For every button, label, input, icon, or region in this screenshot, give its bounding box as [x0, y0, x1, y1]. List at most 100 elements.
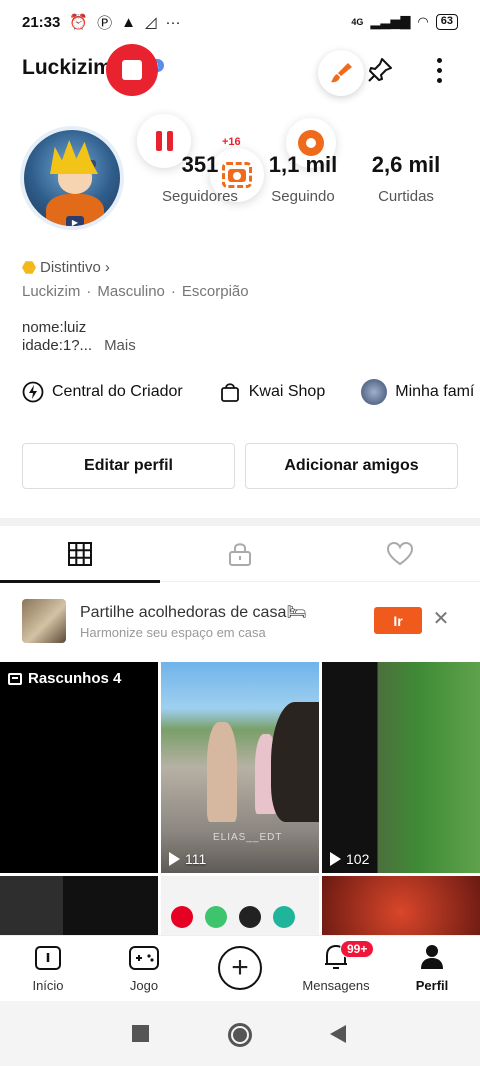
bio-line-1: nome:luiz	[22, 319, 87, 336]
nav-messages-label: Mensagens	[302, 978, 370, 993]
distintivo-link[interactable]: Distintivo ›	[22, 259, 110, 276]
no-signal-icon: ◿	[144, 14, 157, 31]
heart-icon	[386, 541, 414, 566]
video-play-count: 102	[346, 851, 370, 867]
status-time: 21:33	[22, 13, 61, 31]
following-label: Seguindo	[271, 188, 335, 205]
chevron-right-icon: ›	[104, 259, 110, 276]
create-plus-icon: +	[218, 946, 262, 990]
nav-messages[interactable]: 99+ Mensagens	[290, 936, 382, 1002]
stop-icon	[122, 60, 142, 80]
more-notifications-icon: ···	[165, 13, 181, 31]
bottom-navigation: Início Jogo + 99+ Mensagens Perfil	[0, 935, 480, 1001]
profile-sign: Escorpião	[181, 283, 249, 300]
tab-private[interactable]	[160, 526, 320, 582]
alarm-icon: ⏰	[69, 14, 89, 31]
followers-stat[interactable]: 351 Seguidores	[150, 152, 250, 205]
username: Luckizim	[22, 56, 112, 79]
creator-center-label: Central do Criador	[52, 383, 183, 400]
creator-center-shortcut[interactable]: Central do Criador	[22, 381, 183, 403]
wifi-icon: ◠	[417, 14, 429, 29]
profile-info-line: Luckizim · Masculino · Escorpião	[22, 283, 249, 300]
following-stat[interactable]: 1,1 mil Seguindo	[258, 152, 348, 205]
more-options-button[interactable]	[424, 52, 454, 88]
likes-label: Curtidas	[378, 188, 434, 205]
likes-stat[interactable]: 2,6 mil Curtidas	[356, 152, 456, 205]
nav-game-label: Jogo	[129, 978, 159, 993]
video-thumbnail[interactable]	[161, 876, 319, 935]
edit-profile-button[interactable]: Editar perfil	[22, 443, 235, 489]
badge-hexagon-icon	[22, 261, 36, 274]
video-thumbnail[interactable]: ELIAS__EDT 111	[161, 662, 319, 873]
drafts-box-icon	[8, 672, 22, 685]
promo-title: Partilhe acolhedoras de casa🛏	[80, 604, 307, 621]
active-tab-indicator	[0, 580, 160, 583]
screen-record-stop-button[interactable]	[106, 44, 158, 96]
promo-subtitle: Harmonize seu espaço em casa	[80, 625, 266, 640]
home-icon	[35, 946, 61, 970]
nav-profile[interactable]: Perfil	[387, 936, 477, 1002]
pin-button[interactable]	[362, 52, 398, 88]
system-navigation-bar	[0, 1001, 480, 1066]
profile-avatar[interactable]: ▶	[20, 126, 124, 230]
add-friends-button[interactable]: Adicionar amigos	[245, 443, 458, 489]
following-count: 1,1 mil	[268, 152, 338, 177]
tab-liked[interactable]	[320, 526, 480, 582]
back-button[interactable]	[330, 1023, 352, 1045]
status-bar: 21:33 ⏰ Ⓟ ▲ ◿ ··· 4G ▂▃▅▇ ◠ 63	[0, 0, 480, 44]
nav-game[interactable]: Jogo	[99, 936, 189, 1002]
content-tabs	[0, 526, 480, 583]
lock-icon	[229, 543, 251, 566]
video-play-count: 111	[185, 851, 207, 867]
promo-banner[interactable]: Partilhe acolhedoras de casa🛏 Harmonize …	[0, 596, 480, 646]
promo-go-button[interactable]: Ir	[374, 607, 422, 634]
recent-apps-button[interactable]	[130, 1023, 152, 1045]
battery-icon: 63	[435, 14, 458, 30]
tab-posts[interactable]	[0, 526, 160, 583]
kwai-shop-shortcut[interactable]: Kwai Shop	[219, 381, 326, 403]
followers-count: 351	[181, 152, 219, 177]
bio-more-link[interactable]: Mais	[104, 337, 136, 354]
new-followers-badge: +16	[222, 136, 241, 148]
brush-icon	[331, 63, 352, 83]
pinterest-notification-icon: Ⓟ	[97, 14, 113, 32]
kwai-shop-label: Kwai Shop	[248, 383, 326, 400]
lightning-icon	[22, 381, 44, 403]
nav-profile-label: Perfil	[415, 978, 449, 993]
family-avatar	[361, 379, 388, 405]
profile-header: Luckizim a	[0, 44, 480, 96]
network-type: 4G	[351, 17, 364, 27]
bed-emoji: 🛏	[286, 604, 307, 621]
square-icon	[132, 1025, 149, 1042]
play-icon	[169, 852, 180, 866]
followers-label: Seguidores	[162, 188, 238, 205]
video-grid: Rascunhos 4 ELIAS__EDT 111 102	[0, 662, 480, 935]
profile-bio: nome:luiz idade:1?... Mais	[22, 319, 136, 355]
profile-name: Luckizim	[22, 283, 81, 300]
avatar-video-icon: ▶	[66, 216, 84, 226]
drafts-tile[interactable]: Rascunhos 4	[0, 662, 158, 873]
circle-icon	[233, 1028, 247, 1042]
family-shortcut[interactable]: Minha famí	[361, 379, 474, 405]
profile-gender: Masculino	[97, 283, 165, 300]
profile-shortcuts: Central do Criador Kwai Shop Minha famí	[22, 378, 480, 406]
back-triangle-icon	[330, 1025, 346, 1043]
grid-icon	[68, 542, 92, 566]
video-thumbnail[interactable]	[0, 876, 158, 935]
video-thumbnail[interactable]	[322, 876, 480, 935]
nav-create[interactable]: +	[195, 936, 285, 1002]
close-icon[interactable]: ✕	[430, 608, 452, 630]
person-icon	[421, 945, 443, 969]
section-divider	[0, 518, 480, 526]
distintivo-label: Distintivo	[40, 259, 101, 276]
nav-home[interactable]: Início	[3, 936, 93, 1002]
shopping-bag-icon	[219, 381, 241, 403]
nav-home-label: Início	[32, 978, 64, 993]
bio-line-2: idade:1?...	[22, 337, 93, 354]
warning-icon: ▲	[121, 13, 136, 31]
play-icon	[330, 852, 341, 866]
brush-button[interactable]	[318, 50, 364, 96]
system-home-button[interactable]	[228, 1023, 252, 1047]
video-thumbnail[interactable]: 102	[322, 662, 480, 873]
pin-icon	[368, 58, 392, 82]
